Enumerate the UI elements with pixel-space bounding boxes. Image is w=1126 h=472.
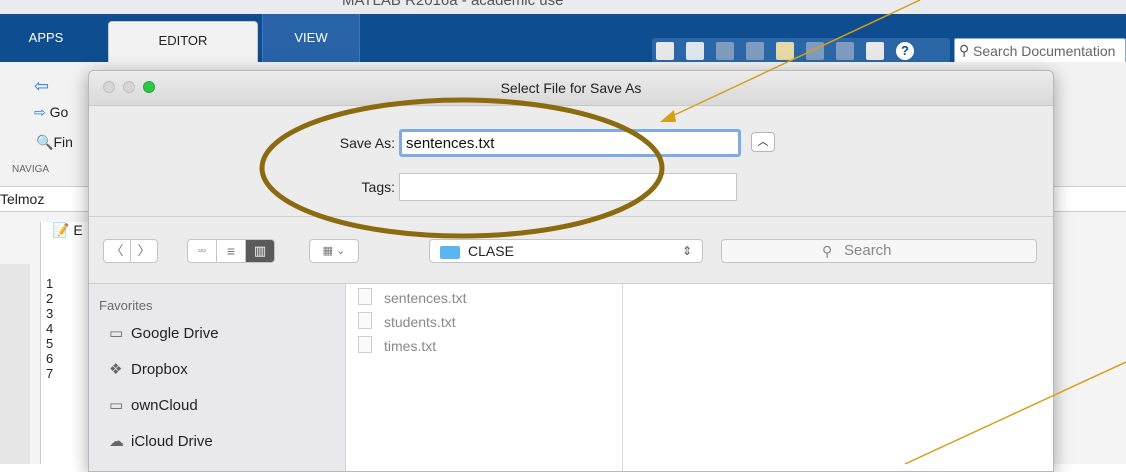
chevron-right-icon: 〉	[137, 243, 151, 258]
tab-view[interactable]: VIEW	[262, 14, 360, 62]
chevron-left-icon: 〈	[110, 243, 124, 258]
list-item[interactable]: sentences.txt	[358, 288, 467, 308]
line-number: 3	[46, 306, 54, 321]
line-number: 1	[46, 276, 54, 291]
find-button[interactable]: 🔍Fin	[36, 134, 73, 151]
help-icon[interactable]: ?	[896, 42, 914, 60]
tab-apps[interactable]: APPS	[0, 14, 92, 62]
icon-view-button[interactable]: ▫▫	[187, 239, 217, 263]
cloud-icon: ☁	[109, 433, 124, 450]
dialog-title-bar: Select File for Save As	[89, 71, 1053, 106]
divider	[89, 216, 1053, 217]
matlab-title-strip: MATLAB R2016a - academic use	[0, 0, 1126, 14]
grid-icon: ▫▫	[198, 245, 206, 257]
expand-dialog-button[interactable]: ︿	[751, 132, 775, 152]
left-panel	[0, 264, 30, 464]
sidebar-item-icloud-drive[interactable]: ☁ iCloud Drive	[109, 432, 213, 454]
sidebar-item-label: iCloud Drive	[131, 433, 213, 450]
dialog-title: Select File for Save As	[500, 80, 642, 96]
sidebar-item-label: ownCloud	[131, 397, 198, 414]
document-icon	[358, 336, 372, 353]
copy-icon[interactable]	[746, 42, 764, 60]
file-column: sentences.txt students.txt times.txt	[346, 284, 623, 471]
switch-windows-icon[interactable]	[866, 42, 884, 60]
save-as-label: Save As:	[339, 135, 395, 151]
line-number-gutter: 1 2 3 4 5 6 7	[46, 276, 66, 381]
editor-file-tab[interactable]: 📝 E	[52, 222, 92, 244]
goto-button[interactable]: ⇨ Go	[34, 104, 68, 121]
sidebar-item-label: Google Drive	[131, 325, 219, 342]
list-view-button[interactable]: ≡	[216, 239, 246, 263]
save-as-row: Save As: ︿	[89, 127, 1053, 157]
redo-icon[interactable]	[836, 42, 854, 60]
save-as-dialog: Select File for Save As Save As: ︿ Tags:…	[88, 70, 1054, 472]
location-label: CLASE	[468, 243, 514, 259]
quick-access-toolbar: ?	[652, 38, 950, 64]
dropbox-icon: ❖	[109, 361, 123, 378]
find-label: Fin	[53, 134, 73, 150]
goto-icon: ⇨	[34, 104, 46, 120]
list-item[interactable]: times.txt	[358, 336, 436, 356]
undo-icon[interactable]	[806, 42, 824, 60]
documentation-search[interactable]: ⚲ Search Documentation	[954, 38, 1126, 64]
column-view-button[interactable]: ▥	[245, 239, 275, 263]
layout-icon[interactable]	[656, 42, 674, 60]
sidebar-item-google-drive[interactable]: ▭ Google Drive	[109, 324, 219, 346]
line-number: 5	[46, 336, 54, 351]
arrange-button[interactable]: ▦ ⌄	[309, 239, 359, 263]
file-name: times.txt	[384, 338, 437, 354]
browser-toolbar: 〈 〉 ▫▫ ≡ ▥ ▦ ⌄ CLASE ⇕ ⚲ Search	[89, 239, 1053, 269]
tags-field[interactable]	[399, 173, 737, 201]
current-folder-path: Telmoz	[0, 191, 45, 207]
sidebar-item-owncloud[interactable]: ▭ ownCloud	[109, 396, 198, 418]
file-name: students.txt	[384, 314, 456, 330]
file-browser: Favorites ▭ Google Drive ❖ Dropbox ▭ ownClo…	[89, 283, 1053, 471]
matlab-window-title: MATLAB R2016a - academic use	[342, 0, 564, 9]
line-number: 7	[46, 366, 54, 381]
search-icon: ⚲	[959, 42, 970, 58]
cut-icon[interactable]	[716, 42, 734, 60]
chevron-updown-icon: ⇕	[681, 244, 692, 258]
search-placeholder: Search	[844, 242, 892, 259]
folder-icon: ▭	[109, 325, 124, 342]
arrange-icon: ▦ ⌄	[322, 245, 346, 257]
columns-icon: ▥	[253, 243, 267, 258]
navigate-group-label: NAVIGA	[12, 164, 50, 175]
document-icon	[358, 288, 372, 305]
line-number: 6	[46, 351, 54, 366]
list-item[interactable]: students.txt	[358, 312, 456, 332]
list-icon: ≡	[226, 243, 236, 259]
documentation-search-placeholder: Search Documentation	[973, 43, 1116, 59]
save-as-field[interactable]	[399, 129, 741, 157]
find-icon: 🔍	[36, 134, 54, 150]
sidebar-item-label: Dropbox	[131, 361, 188, 378]
chevron-up-icon: ︿	[757, 136, 769, 148]
file-name: sentences.txt	[384, 290, 467, 306]
sidebar: Favorites ▭ Google Drive ❖ Dropbox ▭ ownClo…	[89, 284, 346, 471]
back-arrow-icon[interactable]: ⇦	[34, 76, 49, 97]
back-button[interactable]: 〈	[103, 239, 131, 263]
edit-icon: 📝	[52, 222, 70, 238]
matlab-tab-bar: APPS EDITOR VIEW ? ⚲ Search Documentatio…	[0, 14, 1126, 64]
search-icon: ⚲	[822, 243, 833, 259]
search-input[interactable]: ⚲ Search	[721, 239, 1037, 263]
folder-icon: ▭	[109, 397, 124, 414]
line-number: 4	[46, 321, 54, 336]
editor-tab-label: E	[73, 222, 83, 238]
save-icon[interactable]	[686, 42, 704, 60]
tags-label: Tags:	[361, 179, 395, 195]
goto-label: Go	[49, 104, 69, 120]
location-dropdown[interactable]: CLASE ⇕	[429, 239, 703, 263]
sidebar-item-dropbox[interactable]: ❖ Dropbox	[109, 360, 188, 382]
paste-icon[interactable]	[776, 42, 794, 60]
forward-button[interactable]: 〉	[130, 239, 158, 263]
line-number: 2	[46, 291, 54, 306]
favorites-header: Favorites	[99, 298, 153, 313]
tab-editor[interactable]: EDITOR	[108, 21, 258, 63]
document-icon	[358, 312, 372, 329]
folder-icon	[440, 246, 460, 259]
